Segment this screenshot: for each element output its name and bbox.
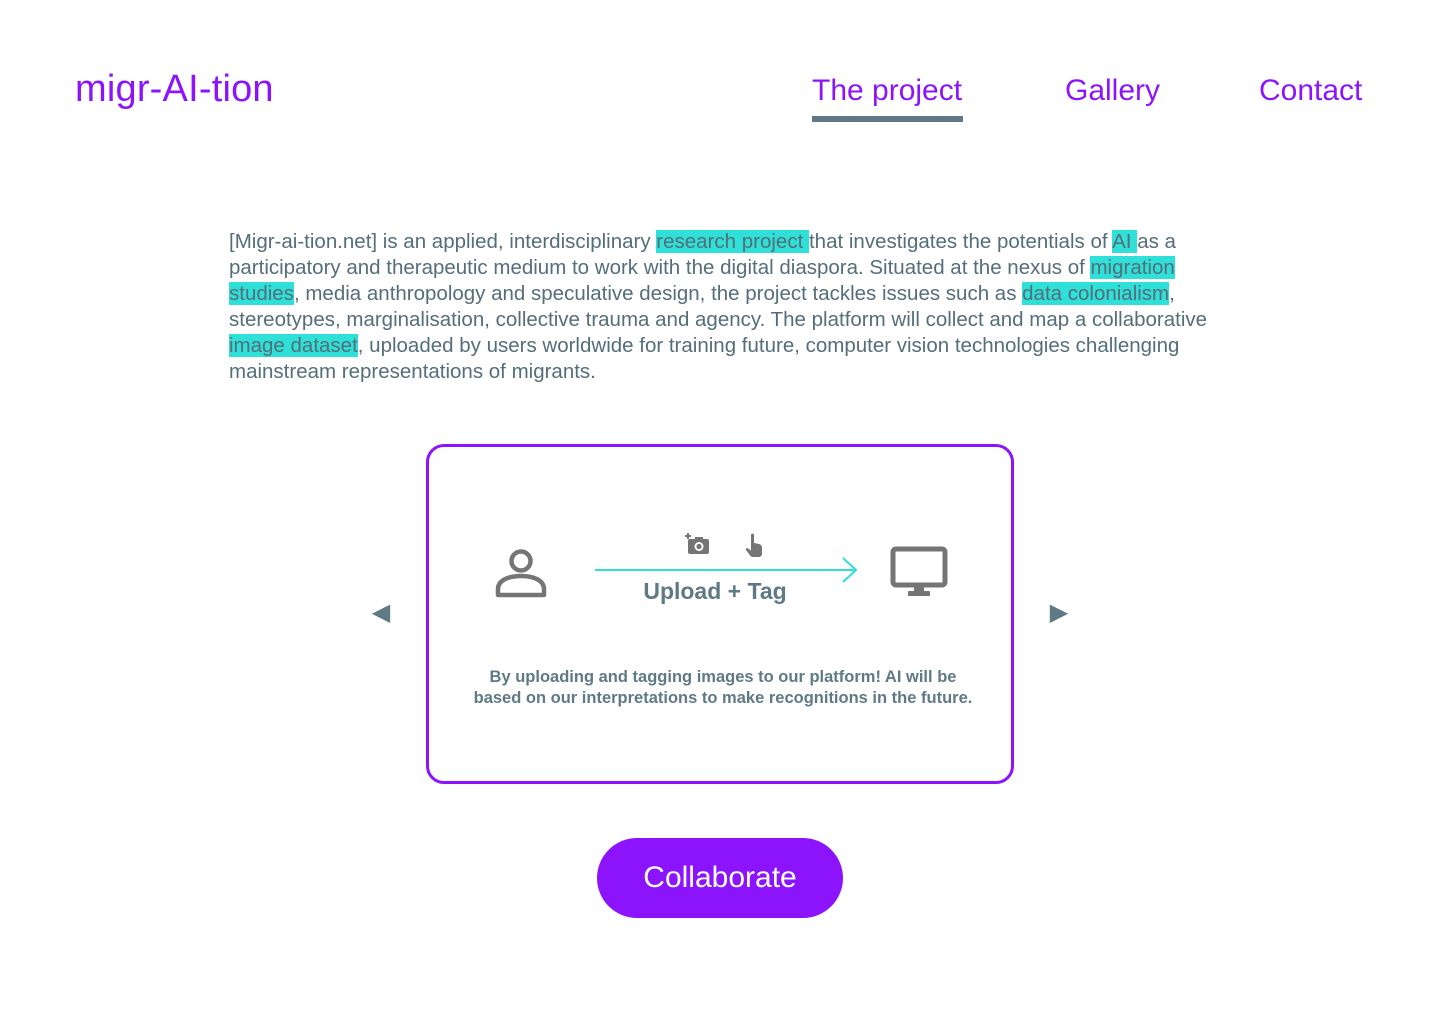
intro-highlight: data colonialism bbox=[1022, 282, 1170, 305]
nav-link-gallery[interactable]: Gallery bbox=[1065, 74, 1160, 108]
intro-paragraph: [Migr-ai-tion.net] is an applied, interd… bbox=[229, 229, 1241, 385]
carousel-prev-button[interactable]: ◀ bbox=[368, 598, 394, 628]
intro-highlight: image dataset bbox=[229, 334, 358, 357]
intro-text: , media anthropology and speculative des… bbox=[293, 282, 1023, 305]
carousel-next-button[interactable]: ▶ bbox=[1046, 598, 1072, 628]
intro-highlight: AI bbox=[1112, 230, 1138, 253]
add-photo-icon bbox=[685, 533, 709, 554]
intro-text: , uploaded by users worldwide for traini… bbox=[229, 334, 1180, 383]
site-logo[interactable]: migr-AI-tion bbox=[75, 68, 274, 111]
nav-link-contact[interactable]: Contact bbox=[1259, 74, 1362, 108]
monitor-icon bbox=[890, 546, 948, 596]
card-description: By uploading and tagging images to our p… bbox=[473, 668, 973, 707]
intro-highlight: research project bbox=[656, 230, 809, 253]
user-icon bbox=[495, 549, 547, 598]
intro-text: that investigates the potentials of bbox=[808, 230, 1113, 253]
nav-link-the-project[interactable]: The project bbox=[812, 74, 962, 108]
step-label: Upload + Tag bbox=[643, 578, 787, 604]
collaborate-button[interactable]: Collaborate bbox=[597, 838, 843, 918]
how-it-works-card bbox=[426, 444, 1014, 784]
intro-text: [Migr-ai-tion.net] is an applied, interd… bbox=[229, 230, 657, 253]
active-nav-underline bbox=[812, 116, 963, 122]
touch-icon bbox=[745, 533, 762, 557]
